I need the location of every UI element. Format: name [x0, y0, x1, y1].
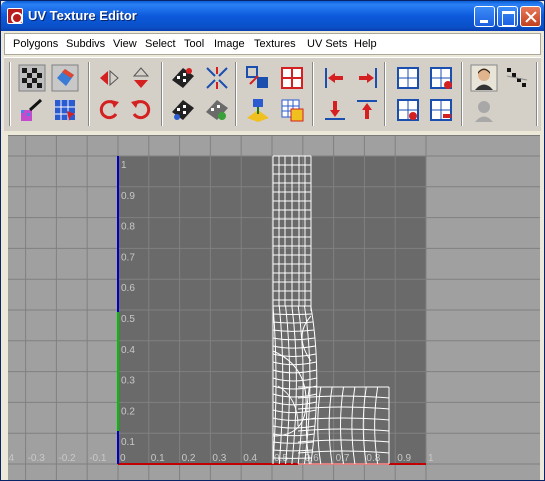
v-tick-label: 0.2 — [121, 406, 135, 417]
align-top-icon[interactable] — [353, 96, 381, 124]
flip-v-icon[interactable] — [127, 64, 155, 92]
uv-grid-canvas[interactable]: -0.4 -0.3 -0.2 -0.1 0 0.1 0.2 0.3 0.4 0.5 0.6 0.7 0.… — [8, 136, 540, 480]
maximize-button[interactable] — [497, 6, 518, 27]
menu-help[interactable]: Help — [354, 38, 377, 50]
toolbar-separator — [235, 62, 237, 126]
toolbar-separator — [9, 62, 11, 126]
grid-subtract-icon[interactable] — [427, 96, 455, 124]
paint-icon[interactable] — [18, 96, 46, 124]
v-tick-label: 0.3 — [121, 376, 135, 387]
grid-icon[interactable] — [394, 64, 422, 92]
menu-bar: Polygons Subdivs View Select Tool Image … — [4, 33, 541, 55]
u-tick-label: 0.8 — [366, 453, 380, 464]
v-tick-label: 0.1 — [121, 437, 135, 448]
avatar-icon[interactable] — [470, 64, 498, 92]
v-tick-label: 0.8 — [121, 222, 135, 233]
v-tick-label: 1 — [121, 160, 127, 171]
u-tick-label: -0.1 — [89, 453, 107, 464]
align-bottom-icon[interactable] — [321, 96, 349, 124]
rotate-cw-icon[interactable] — [127, 96, 155, 124]
v-tick-label: 0.4 — [121, 345, 135, 356]
avatar-dim-icon[interactable] — [470, 96, 498, 124]
toolbar-separator — [312, 62, 314, 126]
u-tick-label: 0.9 — [397, 453, 411, 464]
u-tick-label: 0.4 — [243, 453, 257, 464]
align-left-icon[interactable] — [321, 64, 349, 92]
menu-subdivs[interactable]: Subdivs — [66, 38, 105, 50]
maya-app-icon — [7, 8, 23, 24]
minimize-button[interactable] — [474, 6, 495, 27]
menu-textures[interactable]: Textures — [254, 38, 296, 50]
toolbar-separator — [536, 62, 538, 126]
u-tick-label: 1 — [428, 453, 434, 464]
cut-uv-icon[interactable] — [169, 64, 197, 92]
u-tick-label: -0.2 — [58, 453, 76, 464]
relax-icon[interactable] — [203, 96, 231, 124]
sew-uv-icon[interactable] — [203, 64, 231, 92]
uv-texture-editor-window: UV Texture Editor Polygons Subdivs View … — [0, 0, 545, 481]
texture-map-icon[interactable] — [278, 96, 306, 124]
u-tick-label: -0.3 — [28, 453, 46, 464]
uv-viewport[interactable]: -0.4 -0.3 -0.2 -0.1 0 0.1 0.2 0.3 0.4 0.5 0.6 0.7 0.… — [8, 135, 540, 480]
menu-uv-sets[interactable]: UV Sets — [307, 38, 347, 50]
rotate-ccw-icon[interactable] — [95, 96, 123, 124]
align-right-icon[interactable] — [353, 64, 381, 92]
u-axis-labels: -0.4-0.3-0.2-0.100.10.20.30.40.50.60.70.… — [8, 453, 434, 464]
window-title: UV Texture Editor — [28, 8, 137, 23]
dotted-line-icon[interactable] — [503, 64, 531, 92]
u-tick-label: 0.1 — [151, 453, 165, 464]
v-tick-label: 0.5 — [121, 314, 135, 325]
uv-select-icon[interactable] — [51, 64, 79, 92]
toolbar-separator — [88, 62, 90, 126]
menu-image[interactable]: Image — [214, 38, 245, 50]
v-tick-label: 0.7 — [121, 252, 135, 263]
move-uv-shell-icon[interactable] — [244, 64, 272, 92]
v-tick-label: 0.9 — [121, 191, 135, 202]
u-tick-label: 0.2 — [182, 453, 196, 464]
close-button[interactable] — [520, 6, 541, 27]
flip-u-icon[interactable] — [95, 64, 123, 92]
grid-remove-icon[interactable] — [394, 96, 422, 124]
unfold-icon[interactable] — [169, 96, 197, 124]
layout-uv-icon[interactable] — [278, 64, 306, 92]
grid-add-icon[interactable] — [427, 64, 455, 92]
u-tick-label: -0.4 — [8, 453, 14, 464]
toolbar-separator — [161, 62, 163, 126]
menu-polygons[interactable]: Polygons — [13, 38, 58, 50]
toolbar-separator — [461, 62, 463, 126]
checker-icon[interactable] — [18, 64, 46, 92]
uv-lattice-icon[interactable] — [51, 96, 79, 124]
title-bar[interactable]: UV Texture Editor — [1, 1, 544, 31]
menu-tool[interactable]: Tool — [184, 38, 204, 50]
toolbar-separator — [384, 62, 386, 126]
v-tick-label: 0.6 — [121, 283, 135, 294]
menu-view[interactable]: View — [113, 38, 137, 50]
u-tick-label: 0 — [120, 453, 126, 464]
u-tick-label: 0.3 — [212, 453, 226, 464]
toolbar — [4, 57, 541, 131]
menu-select[interactable]: Select — [145, 38, 176, 50]
merge-icon[interactable] — [244, 96, 272, 124]
